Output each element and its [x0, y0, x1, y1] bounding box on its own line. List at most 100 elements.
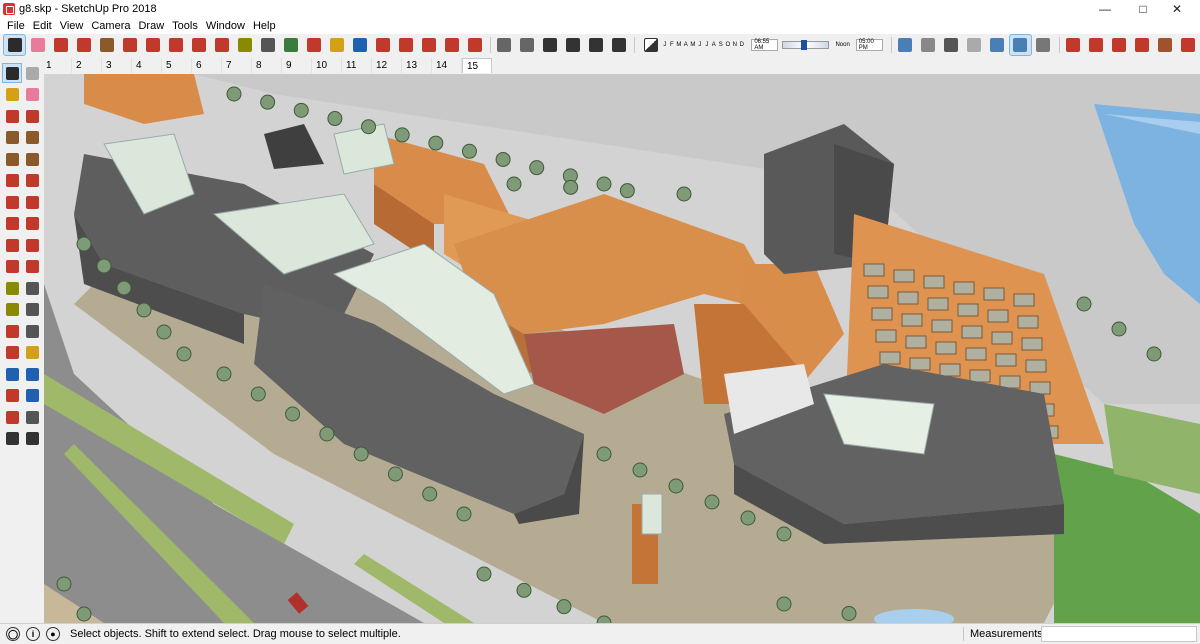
- look-around-tool-button[interactable]: [23, 408, 41, 426]
- shadow-toggle-button[interactable]: [642, 35, 660, 55]
- position-camera-tool-button[interactable]: [1085, 35, 1106, 55]
- menu-file[interactable]: File: [3, 20, 29, 32]
- move-tool-button[interactable]: [165, 35, 186, 55]
- look-around-tool-button[interactable]: [1108, 35, 1129, 55]
- scene-tab-8[interactable]: 8: [252, 58, 282, 73]
- walk-tool-button[interactable]: [3, 430, 21, 448]
- follow-me-tool-button[interactable]: [23, 236, 41, 254]
- zoom-tool-button[interactable]: [349, 35, 370, 55]
- push-pull-tool-button[interactable]: [119, 35, 140, 55]
- scene-tab-4[interactable]: 4: [132, 58, 162, 73]
- monochrome-style-button[interactable]: [1033, 35, 1054, 55]
- two-point-arc-tool-button[interactable]: [23, 172, 41, 190]
- push-pull-tool-button[interactable]: [23, 215, 41, 233]
- tape-measure-tool-button[interactable]: [234, 35, 255, 55]
- right-view-button[interactable]: [562, 35, 583, 55]
- 3d-text-tool-button[interactable]: [23, 322, 41, 340]
- walk-tool-button[interactable]: [1062, 35, 1083, 55]
- scene-tab-15[interactable]: 15: [462, 58, 492, 73]
- scene-tab-9[interactable]: 9: [282, 58, 312, 73]
- menu-help[interactable]: Help: [249, 20, 280, 32]
- menu-tools[interactable]: Tools: [168, 20, 202, 32]
- menu-draw[interactable]: Draw: [134, 20, 168, 32]
- warehouse-tool-button[interactable]: [395, 35, 416, 55]
- zoom-extents-tool-button[interactable]: [372, 35, 393, 55]
- left-view-button[interactable]: [608, 35, 629, 55]
- section-plane-tool-button[interactable]: [23, 430, 41, 448]
- time-slider[interactable]: [782, 40, 830, 50]
- three-point-arc-tool-button[interactable]: [3, 193, 21, 211]
- shaded-textures-style-button[interactable]: [1008, 34, 1032, 56]
- rotated-rectangle-tool-button[interactable]: [23, 129, 41, 147]
- line-tool-button[interactable]: [3, 107, 21, 125]
- protractor-tool-button[interactable]: [3, 301, 21, 319]
- zoom-window-tool-button[interactable]: [23, 365, 41, 383]
- credits-icon[interactable]: i: [26, 627, 40, 641]
- extension-manager-tool-button[interactable]: [464, 35, 485, 55]
- menu-edit[interactable]: Edit: [29, 20, 56, 32]
- select-tool-button[interactable]: [2, 63, 22, 83]
- circle-tool-button[interactable]: [3, 150, 21, 168]
- model-scene[interactable]: [44, 74, 1200, 623]
- scene-tab-6[interactable]: 6: [192, 58, 222, 73]
- close-button[interactable]: ✕: [1154, 0, 1200, 18]
- scene-tab-12[interactable]: 12: [372, 58, 402, 73]
- polygon-tool-button[interactable]: [23, 150, 41, 168]
- back-view-button[interactable]: [585, 35, 606, 55]
- measurements-input[interactable]: [1041, 626, 1197, 642]
- rectangle-tool-button[interactable]: [3, 129, 21, 147]
- scene-tab-10[interactable]: 10: [312, 58, 342, 73]
- menu-view[interactable]: View: [56, 20, 88, 32]
- tape-measure-tool-button[interactable]: [3, 279, 21, 297]
- select-tool-button[interactable]: [3, 34, 26, 56]
- paint-bucket-tool-button[interactable]: [3, 86, 21, 104]
- scale-tool-button[interactable]: [211, 35, 232, 55]
- orbit-tool-button[interactable]: [303, 35, 324, 55]
- move-tool-button[interactable]: [3, 215, 21, 233]
- scene-tab-2[interactable]: 2: [72, 58, 102, 73]
- pan-tool-button[interactable]: [326, 35, 347, 55]
- section-plane-tool-button[interactable]: [1131, 35, 1152, 55]
- offset-tool-button[interactable]: [142, 35, 163, 55]
- iso-view-button[interactable]: [493, 35, 514, 55]
- front-view-button[interactable]: [539, 35, 560, 55]
- zoom-tool-button[interactable]: [3, 365, 21, 383]
- menu-camera[interactable]: Camera: [87, 20, 134, 32]
- rotate-tool-button[interactable]: [3, 236, 21, 254]
- send-to-layout-tool-button[interactable]: [441, 35, 462, 55]
- wireframe-style-button[interactable]: [941, 35, 962, 55]
- dimension-tool-button[interactable]: [23, 279, 41, 297]
- scale-tool-button[interactable]: [3, 258, 21, 276]
- text-tool-button[interactable]: [23, 301, 41, 319]
- hidden-line-style-button[interactable]: [964, 35, 985, 55]
- arc-tool-button[interactable]: [73, 35, 94, 55]
- scene-tab-1[interactable]: 1: [42, 58, 72, 73]
- zoom-extents-tool-button[interactable]: [3, 387, 21, 405]
- eraser-tool-button[interactable]: [27, 35, 48, 55]
- scene-tab-3[interactable]: 3: [102, 58, 132, 73]
- orbit-tool-button[interactable]: [3, 344, 21, 362]
- geo-location-icon[interactable]: ◯: [6, 627, 20, 641]
- make-component-tool-button[interactable]: [23, 64, 41, 82]
- xray-style-button[interactable]: [895, 35, 916, 55]
- component-tool-button[interactable]: [1154, 35, 1175, 55]
- account-icon[interactable]: ●: [46, 627, 60, 641]
- extension-warehouse-tool-button[interactable]: [418, 35, 439, 55]
- menu-window[interactable]: Window: [202, 20, 249, 32]
- month-slider[interactable]: JFMAMJJASOND: [661, 42, 745, 48]
- shaded-style-button[interactable]: [987, 35, 1008, 55]
- rectangle-tool-button[interactable]: [96, 35, 117, 55]
- top-view-button[interactable]: [516, 35, 537, 55]
- previous-view-tool-button[interactable]: [23, 387, 41, 405]
- rotate-tool-button[interactable]: [188, 35, 209, 55]
- scene-tab-11[interactable]: 11: [342, 58, 372, 73]
- scene-tab-14[interactable]: 14: [432, 58, 462, 73]
- offset-tool-button[interactable]: [23, 258, 41, 276]
- eraser-tool-button[interactable]: [23, 86, 41, 104]
- pan-tool-button[interactable]: [23, 344, 41, 362]
- back-edges-style-button[interactable]: [918, 35, 939, 55]
- text-tool-button[interactable]: [257, 35, 278, 55]
- axes-tool-button[interactable]: [3, 322, 21, 340]
- dynamic-component-tool-button[interactable]: [1177, 35, 1198, 55]
- position-camera-tool-button[interactable]: [3, 408, 21, 426]
